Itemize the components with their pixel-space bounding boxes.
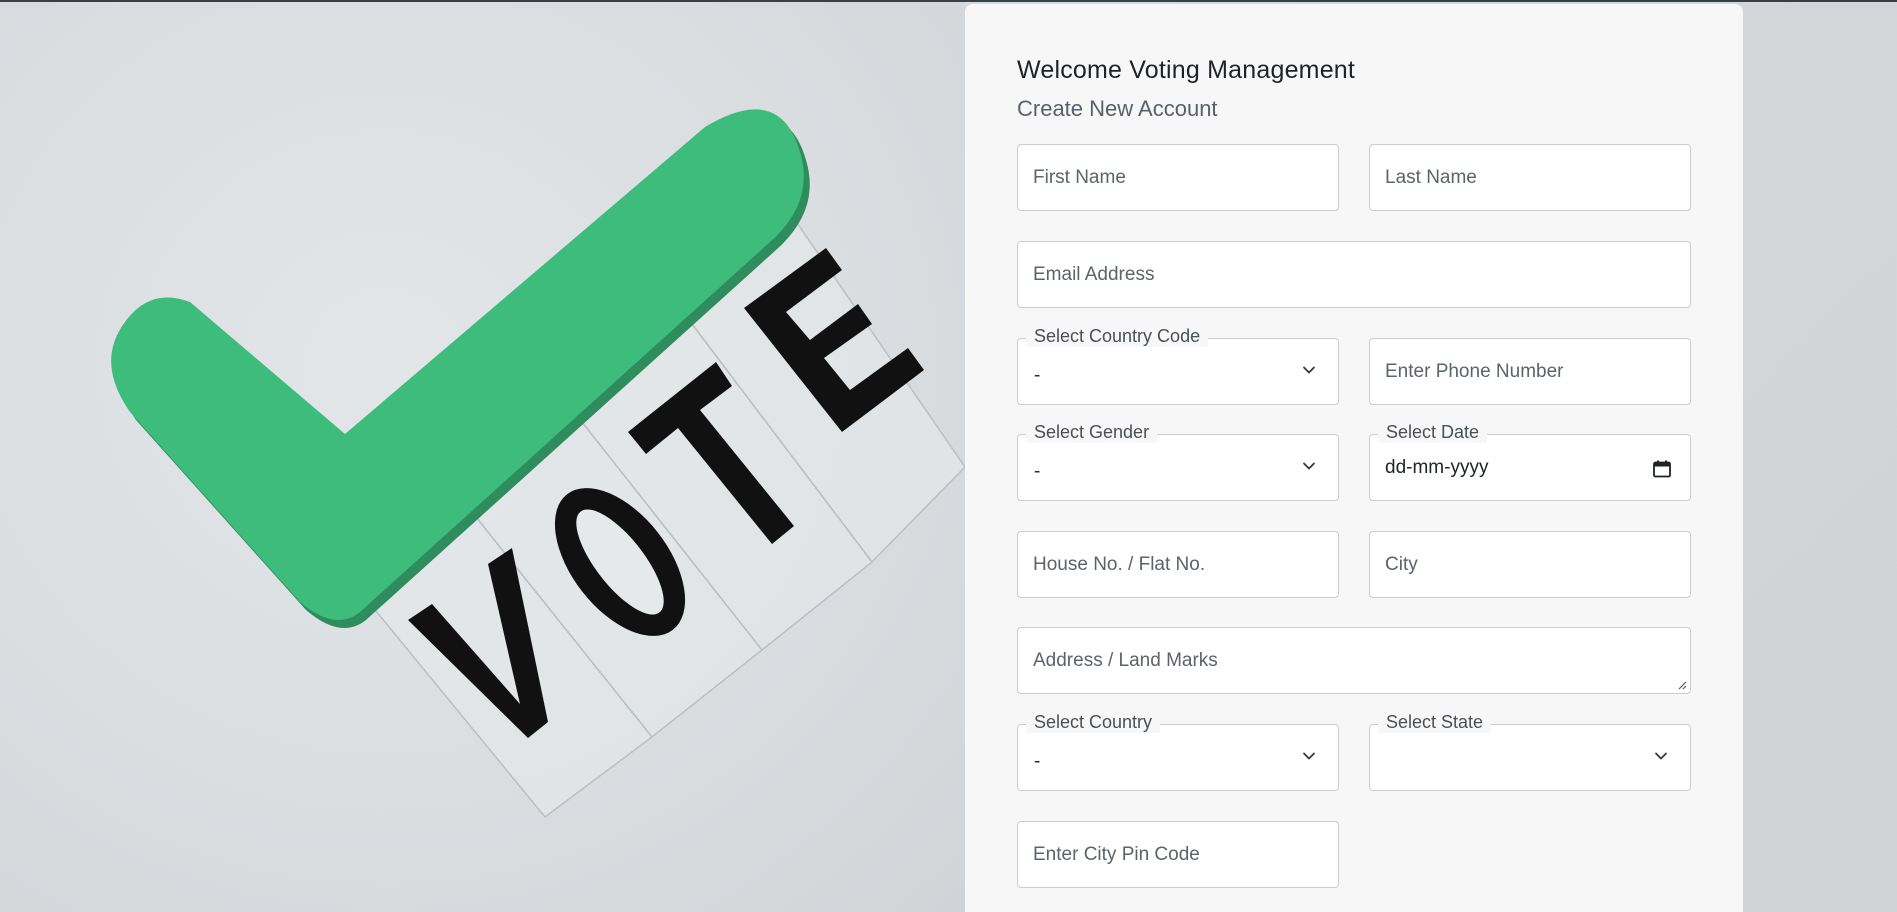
gender-value: -	[1034, 461, 1041, 482]
date-value: dd-mm-yyyy	[1385, 457, 1489, 478]
signup-card: Welcome Voting Management Create New Acc…	[965, 4, 1743, 912]
country-value: -	[1034, 751, 1041, 772]
page-title: Welcome Voting Management	[1017, 56, 1356, 84]
city-input[interactable]: City	[1369, 531, 1691, 598]
gender-label: Select Gender	[1026, 421, 1158, 443]
address-placeholder: Address / Land Marks	[1033, 649, 1218, 671]
chevron-down-icon	[1303, 462, 1315, 470]
gender-select[interactable]: Select Gender -	[1017, 421, 1339, 501]
state-select[interactable]: Select State	[1369, 711, 1691, 791]
country-code-value: -	[1034, 365, 1041, 386]
pin-code-placeholder: Enter City Pin Code	[1033, 843, 1200, 865]
first-name-input[interactable]: First Name	[1017, 144, 1339, 211]
last-name-input[interactable]: Last Name	[1369, 144, 1691, 211]
house-number-input[interactable]: House No. / Flat No.	[1017, 531, 1339, 598]
vote-hero-image	[0, 2, 965, 912]
country-code-select[interactable]: Select Country Code -	[1017, 325, 1339, 405]
chevron-down-icon	[1655, 752, 1667, 760]
vote-checkmark-illustration	[111, 109, 965, 819]
house-number-placeholder: House No. / Flat No.	[1033, 553, 1206, 575]
date-input[interactable]: Select Date dd-mm-yyyy	[1369, 421, 1691, 501]
first-name-placeholder: First Name	[1033, 166, 1126, 188]
state-label: Select State	[1378, 711, 1492, 733]
country-select[interactable]: Select Country -	[1017, 711, 1339, 791]
city-placeholder: City	[1385, 553, 1418, 575]
email-input[interactable]: Email Address	[1017, 241, 1691, 308]
date-label: Select Date	[1378, 421, 1488, 443]
page-subtitle: Create New Account	[1017, 96, 1218, 121]
chevron-down-icon	[1303, 752, 1315, 760]
calendar-icon[interactable]	[1652, 459, 1672, 479]
address-textarea[interactable]: Address / Land Marks	[1017, 627, 1691, 694]
country-code-label: Select Country Code	[1026, 325, 1209, 347]
email-placeholder: Email Address	[1033, 263, 1155, 285]
last-name-placeholder: Last Name	[1385, 166, 1477, 188]
phone-placeholder: Enter Phone Number	[1385, 360, 1564, 382]
chevron-down-icon	[1303, 366, 1315, 374]
pin-code-input[interactable]: Enter City Pin Code	[1017, 821, 1339, 888]
country-label: Select Country	[1026, 711, 1161, 733]
resize-handle-icon[interactable]	[1677, 680, 1687, 690]
phone-input[interactable]: Enter Phone Number	[1369, 338, 1691, 405]
